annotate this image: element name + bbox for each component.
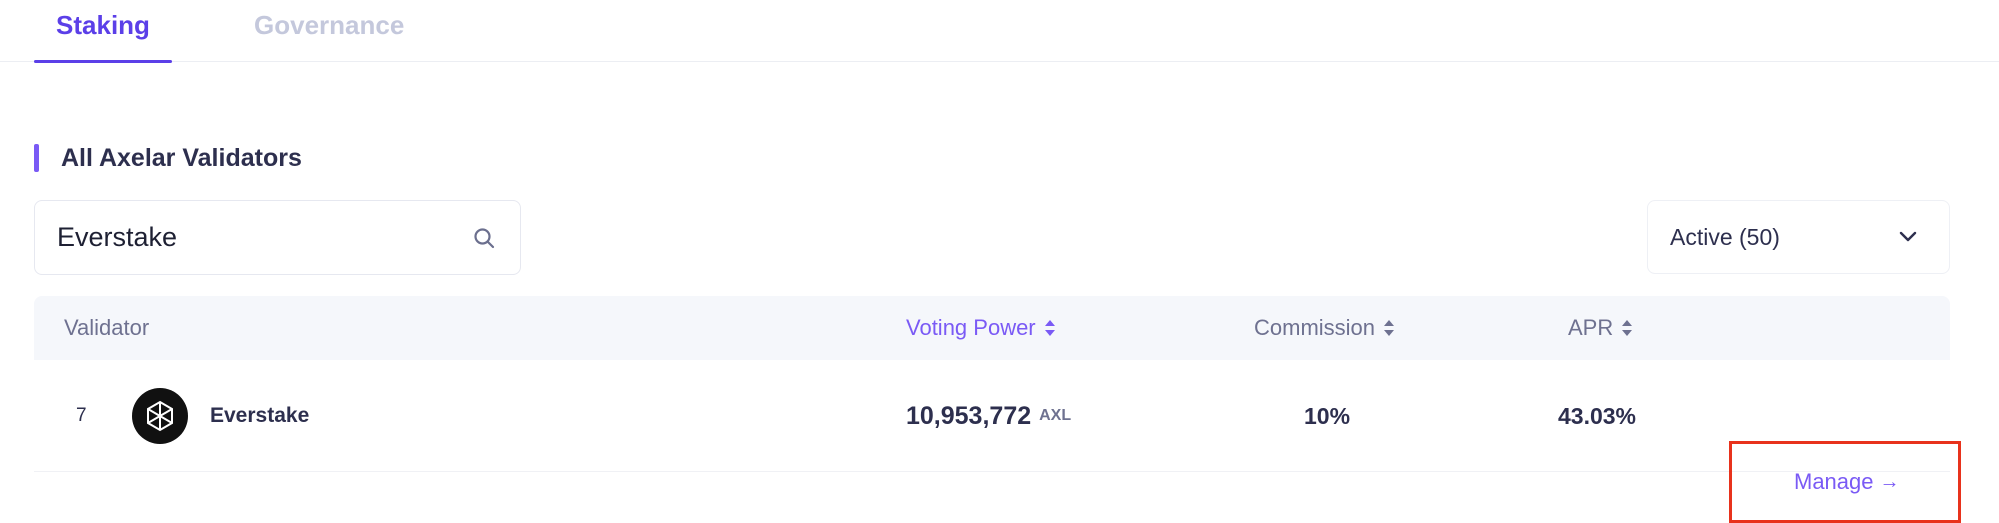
validator-rank: 7 <box>76 405 87 426</box>
manage-label: Manage <box>1794 469 1874 494</box>
table-header: Validator Voting Power Commission APR <box>34 296 1950 360</box>
arrow-right-icon: → <box>1879 470 1900 493</box>
apr-value: 43.03% <box>1558 402 1637 429</box>
header-validator: Validator <box>64 315 150 340</box>
sort-icon <box>1384 320 1395 336</box>
section-accent-bar <box>34 144 39 172</box>
header-apr[interactable]: APR <box>1568 296 1633 360</box>
validator-name: Everstake <box>210 404 310 427</box>
header-voting-power[interactable]: Voting Power <box>906 296 1056 360</box>
validator-avatar <box>132 388 188 444</box>
status-filter-select[interactable]: Active (50) <box>1647 200 1950 274</box>
search-icon[interactable] <box>470 224 498 252</box>
search-box <box>34 200 521 275</box>
search-input[interactable] <box>57 222 470 253</box>
validators-table: Validator Voting Power Commission APR 7 <box>34 296 1961 523</box>
chevron-down-icon <box>1897 226 1919 248</box>
section-title: All Axelar Validators <box>61 143 302 172</box>
status-filter-value: Active (50) <box>1670 223 1780 250</box>
everstake-logo-icon <box>147 400 173 432</box>
sort-icon <box>1044 320 1055 336</box>
voting-power-unit: AXL <box>1039 407 1072 424</box>
header-commission[interactable]: Commission <box>1254 296 1395 360</box>
manage-button[interactable]: Manage → <box>1794 462 1900 502</box>
section-header: All Axelar Validators <box>34 143 302 173</box>
commission-value: 10% <box>1304 402 1351 429</box>
tab-governance[interactable]: Governance <box>254 0 404 62</box>
table-row[interactable]: 7 Everstake 10,953,772 AXL 10% 43.03% Ma… <box>34 360 1961 523</box>
tab-bar: Staking Governance <box>0 0 1999 63</box>
voting-power-value: 10,953,772 AXL <box>906 360 1071 472</box>
tab-staking[interactable]: Staking <box>34 0 172 63</box>
sort-icon <box>1622 320 1633 336</box>
voting-power-amount: 10,953,772 <box>906 401 1032 430</box>
